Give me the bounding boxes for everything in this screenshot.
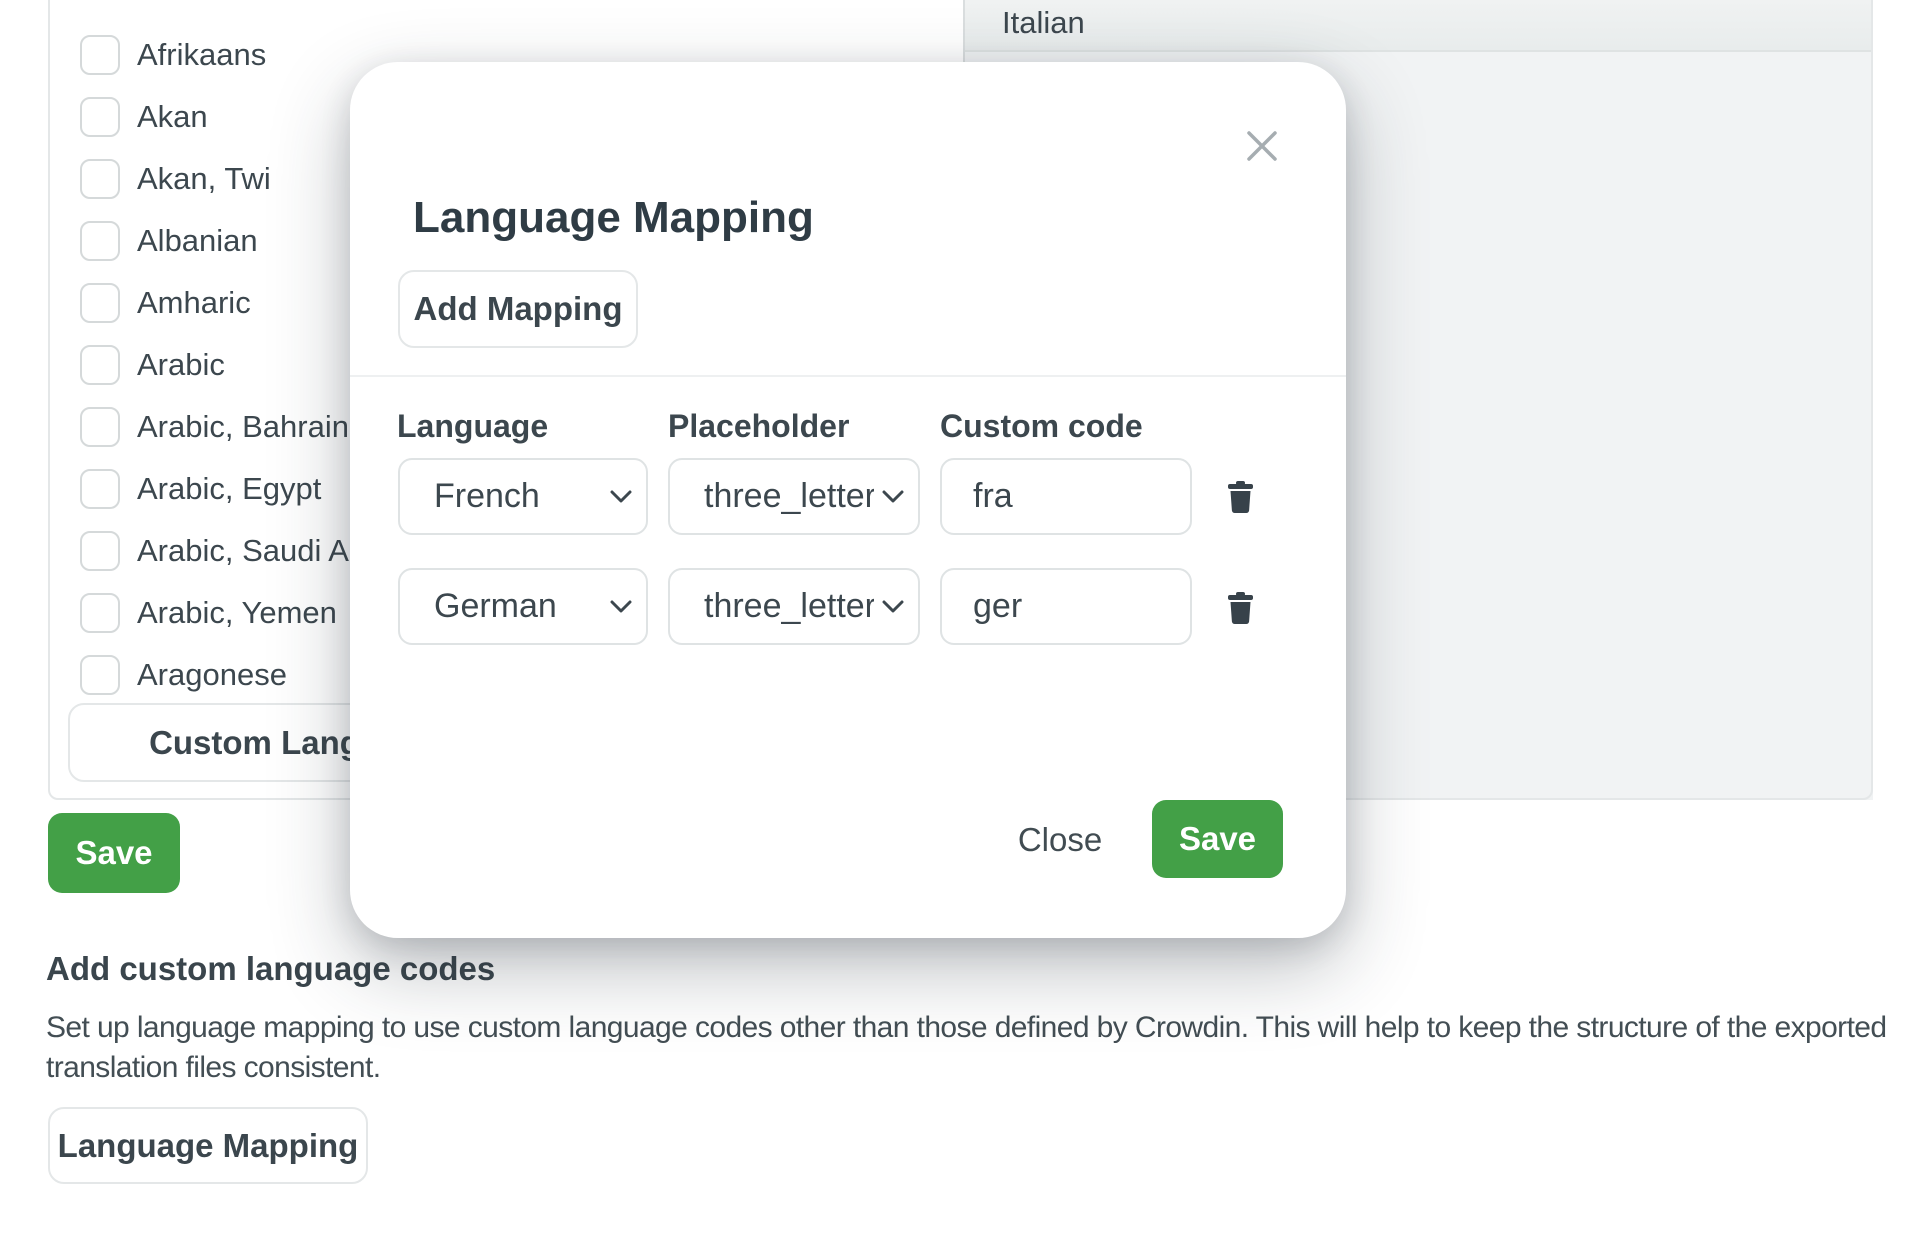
section-description-line2: translation files consistent. [46,1048,1886,1088]
language-label: Akan [137,99,208,135]
section-description-line1: Set up language mapping to use custom la… [46,1008,1886,1048]
checkbox[interactable] [80,593,120,633]
trash-icon [1227,481,1254,514]
checkbox[interactable] [80,469,120,509]
language-select[interactable]: German [398,568,648,645]
divider [350,375,1346,377]
checkbox[interactable] [80,531,120,571]
selected-language-item[interactable]: Italian [965,0,1871,52]
language-label: Arabic, Egypt [137,471,321,507]
delete-mapping-button[interactable] [1218,586,1262,630]
chevron-down-icon [610,490,632,504]
language-label: Aragonese [137,657,287,693]
checkbox[interactable] [80,35,120,75]
dialog-close-button[interactable]: Close [990,810,1130,870]
column-header-language: Language [397,408,548,445]
dialog-title: Language Mapping [413,190,814,246]
language-mapping-button[interactable]: Language Mapping [48,1107,368,1184]
placeholder-select[interactable]: three_letters [668,568,920,645]
language-label: Arabic, Bahrain [137,409,349,445]
language-label: Arabic, Yemen [137,595,337,631]
language-label: Arabic [137,347,225,383]
language-label: Akan, Twi [137,161,271,197]
trash-icon [1227,592,1254,625]
language-select-value: French [434,477,602,516]
section-heading: Add custom language codes [46,948,495,990]
language-label: Amharic [137,285,251,321]
language-select-value: German [434,587,602,626]
checkbox[interactable] [80,221,120,261]
close-icon[interactable] [1240,124,1284,168]
chevron-down-icon [882,490,904,504]
checkbox[interactable] [80,97,120,137]
custom-code-input[interactable] [940,568,1192,645]
language-label: Afrikaans [137,37,266,73]
chevron-down-icon [882,600,904,614]
placeholder-select-value: three_letters [704,587,874,626]
delete-mapping-button[interactable] [1218,475,1262,519]
checkbox[interactable] [80,655,120,695]
language-select[interactable]: French [398,458,648,535]
checkbox[interactable] [80,283,120,323]
checkbox[interactable] [80,345,120,385]
column-header-placeholder: Placeholder [668,408,849,445]
language-label: Albanian [137,223,258,259]
custom-code-input[interactable] [940,458,1192,535]
checkbox[interactable] [80,407,120,447]
column-header-custom-code: Custom code [940,408,1143,445]
section-description: Set up language mapping to use custom la… [46,1008,1886,1088]
placeholder-select[interactable]: three_letters [668,458,920,535]
page-save-button[interactable]: Save [48,813,180,893]
placeholder-select-value: three_letters [704,477,874,516]
add-mapping-button[interactable]: Add Mapping [398,270,638,348]
language-mapping-dialog: Language Mapping Add Mapping Language Pl… [350,62,1346,938]
checkbox[interactable] [80,159,120,199]
chevron-down-icon [610,600,632,614]
dialog-save-button[interactable]: Save [1152,800,1283,878]
